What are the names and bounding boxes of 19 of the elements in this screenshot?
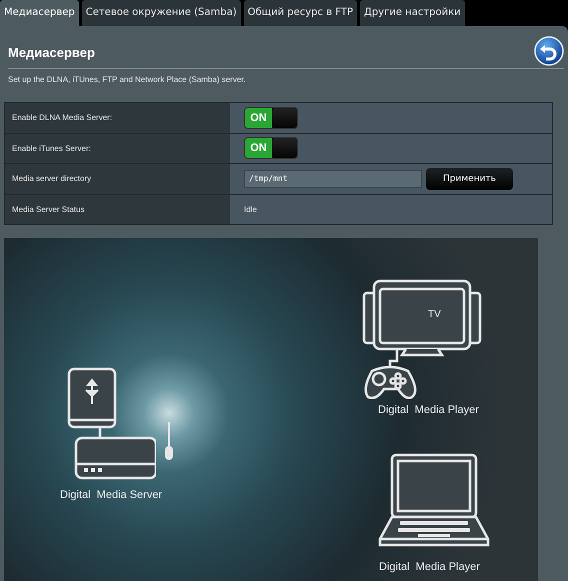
tv-text: TV xyxy=(428,309,441,320)
tab[interactable]: Другие настройки xyxy=(360,0,465,26)
setting-label: Enable DLNA Media Server: xyxy=(5,103,230,132)
page-title: Медиасервер xyxy=(8,45,95,62)
tab[interactable]: Медиасервер xyxy=(0,0,79,26)
setting-label: Enable iTunes Server: xyxy=(5,134,230,163)
diagram-label: Digital Media Server xyxy=(60,489,162,501)
setting-label: Media server directory xyxy=(5,164,230,194)
setting-label: Media Server Status xyxy=(5,194,230,224)
diagram-label: Digital Media Player xyxy=(379,561,480,573)
status-value: Idle xyxy=(244,204,257,214)
diagram-label: Digital Media Player xyxy=(378,404,479,416)
back-icon[interactable] xyxy=(534,36,564,66)
page-description: Set up the DLNA, iTUnes, FTP and Network Place (Samba) server. xyxy=(7,74,247,86)
antenna-icon xyxy=(164,420,174,462)
directory-field[interactable]: /tmp/mnt xyxy=(244,170,422,188)
tab[interactable]: Сетевое окружение (Samba) xyxy=(82,0,241,26)
apply-button[interactable]: Применить xyxy=(426,168,513,190)
tab[interactable]: Общий ресурс в FTP xyxy=(244,0,357,26)
